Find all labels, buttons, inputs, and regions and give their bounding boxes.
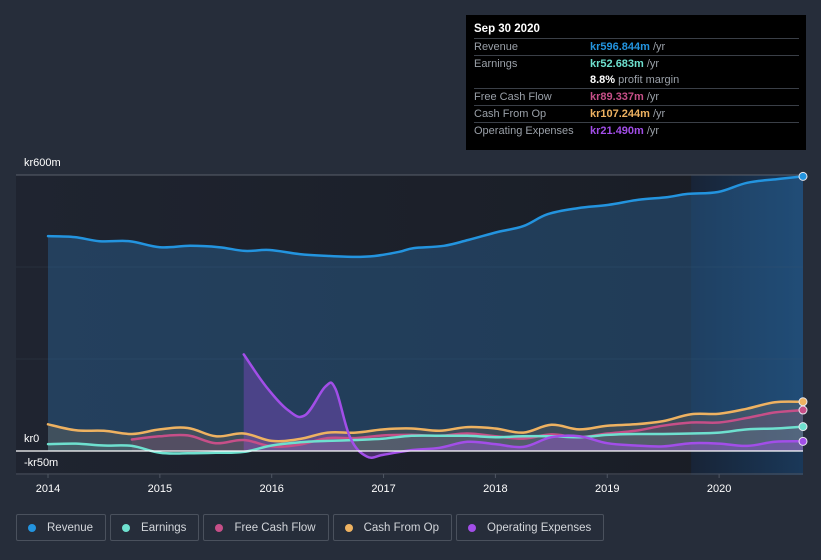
legend-label: Free Cash Flow bbox=[234, 521, 316, 534]
tooltip-unit: /yr bbox=[646, 125, 660, 137]
endpoint-marker-cash-from-op bbox=[798, 397, 808, 407]
tooltip-label: Earnings bbox=[474, 58, 518, 70]
legend-item-earnings[interactable]: Earnings bbox=[110, 514, 200, 541]
legend-item-free-cash-flow[interactable]: Free Cash Flow bbox=[203, 514, 329, 541]
tooltip-row-earnings: Earnings kr52.683m /yr bbox=[474, 56, 799, 72]
legend-dot-icon bbox=[28, 523, 36, 532]
tooltip-row-free-cash-flow: Free Cash Flow kr89.337m /yr bbox=[474, 89, 799, 106]
tooltip-unit: /yr bbox=[646, 58, 660, 70]
legend-item-operating-expenses[interactable]: Operating Expenses bbox=[456, 514, 605, 541]
x-tick-label: 2017 bbox=[371, 483, 395, 495]
x-tick-label: 2015 bbox=[148, 483, 172, 495]
legend-label: Revenue bbox=[47, 521, 94, 534]
x-tick-label: 2020 bbox=[707, 483, 731, 495]
legend-dot-icon bbox=[468, 523, 477, 532]
legend-dot-icon bbox=[344, 523, 353, 532]
legend: Revenue Earnings Free Cash Flow Cash Fro… bbox=[16, 514, 605, 541]
legend-label: Earnings bbox=[141, 521, 187, 534]
tooltip-value: kr107.244m bbox=[590, 108, 650, 120]
tooltip-unit: profit margin bbox=[618, 74, 680, 86]
endpoint-marker-earnings bbox=[798, 422, 808, 432]
tooltip-label: Free Cash Flow bbox=[474, 91, 552, 103]
x-tick-label: 2016 bbox=[259, 483, 283, 495]
endpoint-marker-revenue bbox=[798, 171, 808, 181]
tooltip-unit: /yr bbox=[652, 108, 666, 120]
tooltip-label: Operating Expenses bbox=[474, 125, 574, 137]
endpoint-marker-free-cash-flow bbox=[798, 405, 808, 415]
tooltip-label bbox=[474, 72, 590, 88]
legend-item-cash-from-op[interactable]: Cash From Op bbox=[332, 514, 453, 541]
tooltip-unit: /yr bbox=[646, 91, 660, 103]
tooltip-date: Sep 30 2020 bbox=[474, 21, 799, 39]
tooltip-unit: /yr bbox=[652, 41, 666, 53]
legend-dot-icon bbox=[215, 523, 224, 532]
legend-label: Cash From Op bbox=[363, 521, 440, 534]
legend-label: Operating Expenses bbox=[487, 521, 592, 534]
tooltip-row-operating-expenses: Operating Expenses kr21.490m /yr bbox=[474, 123, 799, 139]
x-tick-label: 2019 bbox=[595, 483, 619, 495]
tooltip-label: Revenue bbox=[474, 41, 519, 53]
legend-item-revenue[interactable]: Revenue bbox=[16, 514, 107, 541]
y-tick-label: -kr50m bbox=[24, 457, 58, 469]
endpoint-marker-operating-expenses bbox=[798, 436, 808, 446]
y-tick-label: kr0 bbox=[24, 433, 39, 445]
tooltip-value: 8.8% bbox=[590, 74, 616, 86]
tooltip-value: kr21.490m bbox=[590, 125, 644, 137]
x-tick-label: 2014 bbox=[36, 483, 60, 495]
tooltip-row-revenue: Revenue kr596.844m /yr bbox=[474, 39, 799, 56]
tooltip-value: kr52.683m bbox=[590, 58, 644, 70]
tooltip-row-profit-margin: 8.8% profit margin bbox=[474, 72, 799, 89]
x-tick-label: 2018 bbox=[483, 483, 507, 495]
tooltip-value: kr89.337m bbox=[590, 91, 644, 103]
tooltip-value: kr596.844m bbox=[590, 41, 650, 53]
y-tick-label: kr600m bbox=[24, 157, 61, 169]
legend-dot-icon bbox=[122, 523, 131, 532]
tooltip-row-cash-from-op: Cash From Op kr107.244m /yr bbox=[474, 106, 799, 123]
tooltip-label: Cash From Op bbox=[474, 108, 547, 120]
tooltip: Sep 30 2020 Revenue kr596.844m /yr Earni… bbox=[466, 15, 806, 150]
